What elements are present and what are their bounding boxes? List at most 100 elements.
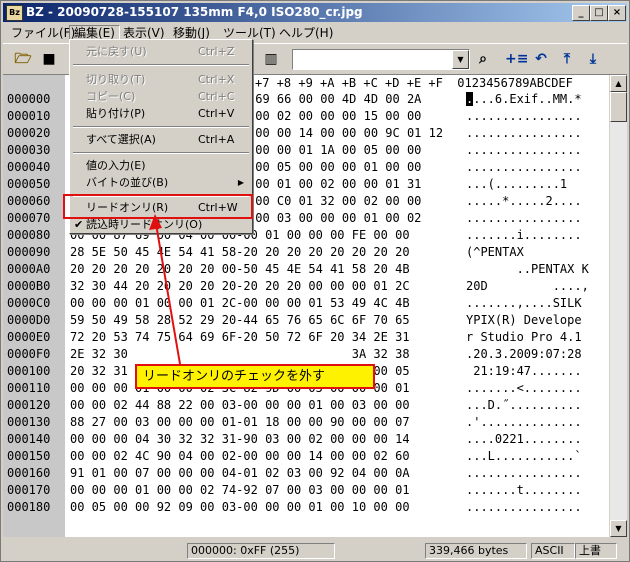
row-hex[interactable]: 00 00 00 01 00 00 01 2C-00 00 00 01 53 4…	[70, 295, 410, 311]
row-ascii[interactable]: ................	[466, 125, 582, 141]
row-address: 000030	[7, 143, 51, 157]
jump-bottom-icon[interactable]: ⤓	[583, 49, 603, 69]
row-ascii-text: ...D.˝..........	[466, 398, 582, 412]
maximize-button[interactable]: □	[590, 5, 608, 21]
row-hex[interactable]: 00 00 02 44 88 22 00 03-00 00 00 01 00 0…	[70, 397, 410, 413]
menu-help[interactable]: ヘルプ(H)	[275, 25, 337, 41]
row-ascii[interactable]: .....*.....2....	[466, 193, 582, 209]
status-position: 000000: 0xFF (255)	[187, 543, 335, 559]
row-ascii[interactable]: ................	[466, 142, 582, 158]
row-hex[interactable]: 32 30 44 20 20 20 20 20-20 20 20 00 00 0…	[70, 278, 410, 294]
row-hex[interactable]: 2E 32 30 3A 32 38	[70, 346, 410, 362]
split-view-icon[interactable]: ▥	[261, 49, 281, 69]
row-hex[interactable]: -00 03 00 00 00 01 00 02	[248, 210, 421, 226]
row-hex[interactable]: -69 66 00 00 4D 4D 00 2A	[248, 91, 421, 107]
open-folder-icon[interactable]: 🗁	[13, 49, 33, 69]
chevron-down-icon[interactable]: ▼	[452, 50, 469, 69]
row-ascii[interactable]: ...D.˝..........	[466, 397, 582, 413]
row-hex[interactable]: 72 20 53 74 75 64 69 6F-20 50 72 6F 20 3…	[70, 329, 410, 345]
row-ascii-text: (^PENTAX	[466, 245, 524, 259]
row-ascii[interactable]: .20.3.2009:07:28	[466, 346, 582, 362]
jump-offset-icon[interactable]: +≡	[505, 49, 528, 69]
row-ascii[interactable]: 21:19:47.......	[466, 363, 581, 379]
close-button[interactable]: ×	[608, 5, 626, 21]
menu-select-all[interactable]: すべて選択(A) Ctrl+A	[72, 131, 250, 148]
vertical-scrollbar[interactable]: ▲ ▼	[610, 75, 627, 537]
row-address: 000130	[7, 415, 51, 429]
row-address: 0000D0	[7, 313, 51, 327]
menu-undo[interactable]: 元に戻す(U) Ctrl+Z	[72, 43, 250, 60]
row-address: 000100	[7, 364, 51, 378]
row-address: 0000B0	[7, 279, 51, 293]
row-ascii-text: ..PENTAX K	[466, 262, 589, 276]
row-ascii[interactable]: YPIX(R) Develope	[466, 312, 582, 328]
row-hex[interactable]: 59 50 49 58 28 52 29 20-44 65 76 65 6C 6…	[70, 312, 410, 328]
row-ascii[interactable]: .......<........	[466, 380, 582, 396]
scroll-up-icon[interactable]: ▲	[610, 75, 627, 92]
row-hex[interactable]: 88 27 00 03 00 00 00 01-01 18 00 00 90 0…	[70, 414, 410, 430]
row-hex[interactable]: 20 20 20 20 20 20 20 00-50 45 4E 54 41 5…	[70, 261, 410, 277]
find-binoculars-icon[interactable]: ⌕	[473, 49, 493, 69]
scroll-down-icon[interactable]: ▼	[610, 520, 627, 537]
minimize-button[interactable]: _	[572, 5, 590, 21]
row-ascii[interactable]: .......,....SILK	[466, 295, 582, 311]
row-ascii-text: .......,....SILK	[466, 296, 582, 310]
row-ascii-text: ................	[466, 466, 582, 480]
row-hex[interactable]: -00 01 00 02 00 00 01 31	[248, 176, 421, 192]
menu-cut[interactable]: 切り取り(T) Ctrl+X	[72, 71, 250, 88]
row-address: 000000	[7, 92, 51, 106]
row-ascii-text: ................	[466, 211, 582, 225]
row-address: 000160	[7, 466, 51, 480]
row-ascii[interactable]: ...(.........1	[466, 176, 567, 192]
row-hex[interactable]: 00 05 00 00 92 09 00 03-00 00 00 01 00 1…	[70, 499, 410, 515]
row-address: 000010	[7, 109, 51, 123]
row-ascii-text: .....*.....2....	[466, 194, 582, 208]
menu-copy[interactable]: コピー(C) Ctrl+C	[72, 88, 250, 105]
row-hex[interactable]: -00 02 00 00 00 15 00 00	[248, 108, 421, 124]
row-hex[interactable]: 00 00 00 04 30 32 32 31-90 03 00 02 00 0…	[70, 431, 410, 447]
row-hex[interactable]: 00 00 00 01 00 00 02 74-92 07 00 03 00 0…	[70, 482, 410, 498]
row-ascii-text: .......<........	[466, 381, 582, 395]
row-ascii-text: 20D ....,	[466, 279, 589, 293]
row-ascii[interactable]: ................	[466, 159, 582, 175]
menu-input-value[interactable]: 値の入力(E)	[72, 157, 250, 174]
row-ascii[interactable]: (^PENTAX	[466, 244, 524, 260]
row-ascii[interactable]: 20D ....,	[466, 278, 589, 294]
row-ascii[interactable]: .'..............	[466, 414, 582, 430]
row-ascii-text: r Studio Pro 4.1	[466, 330, 582, 344]
row-hex[interactable]: 00 00 02 4C 90 04 00 02-00 00 00 14 00 0…	[70, 448, 410, 464]
row-ascii[interactable]: ................	[466, 465, 582, 481]
row-ascii[interactable]: ................	[466, 210, 582, 226]
search-combo[interactable]: ▼	[292, 49, 470, 70]
row-address: 000060	[7, 194, 51, 208]
scroll-thumb[interactable]	[610, 92, 627, 122]
instruction-callout: リードオンリのチェックを外す	[135, 364, 375, 389]
row-hex[interactable]: 28 5E 50 45 4E 54 41 58-20 20 20 20 20 2…	[70, 244, 410, 260]
row-ascii[interactable]: ...L...........`	[466, 448, 582, 464]
jump-top-icon[interactable]: ⤒	[557, 49, 577, 69]
menu-divider	[73, 64, 249, 66]
row-hex[interactable]: -00 05 00 00 00 01 00 00	[248, 159, 421, 175]
row-hex[interactable]: -00 C0 01 32 00 02 00 00	[248, 193, 421, 209]
row-ascii-text: ................	[466, 160, 582, 174]
row-ascii-text: YPIX(R) Develope	[466, 313, 582, 327]
submenu-arrow-icon: ▶	[237, 178, 244, 187]
row-hex[interactable]: -00 00 14 00 00 00 9C 01 12	[248, 125, 443, 141]
row-ascii[interactable]: r Studio Pro 4.1	[466, 329, 582, 345]
row-ascii[interactable]: .......t........	[466, 482, 582, 498]
row-ascii[interactable]: ................	[466, 108, 582, 124]
row-ascii[interactable]: ..PENTAX K	[466, 261, 589, 277]
back-arrow-icon[interactable]: ↶	[531, 49, 551, 69]
row-hex[interactable]: 91 01 00 07 00 00 00 04-01 02 03 00 92 0…	[70, 465, 410, 481]
row-ascii[interactable]: ................	[466, 499, 582, 515]
row-ascii[interactable]: ....6.Exif..MM.*	[466, 91, 582, 107]
row-ascii[interactable]: ....0221........	[466, 431, 582, 447]
row-hex[interactable]: -00 00 01 1A 00 05 00 00	[248, 142, 421, 158]
row-address: 000120	[7, 398, 51, 412]
menu-divider	[73, 152, 249, 154]
row-ascii[interactable]: .......i........	[466, 227, 582, 243]
row-address: 0000C0	[7, 296, 51, 310]
save-icon[interactable]: ■	[39, 49, 59, 69]
menu-paste[interactable]: 貼り付け(P) Ctrl+V	[72, 105, 250, 122]
menu-byte-order[interactable]: バイトの並び(B) ▶	[72, 174, 250, 191]
